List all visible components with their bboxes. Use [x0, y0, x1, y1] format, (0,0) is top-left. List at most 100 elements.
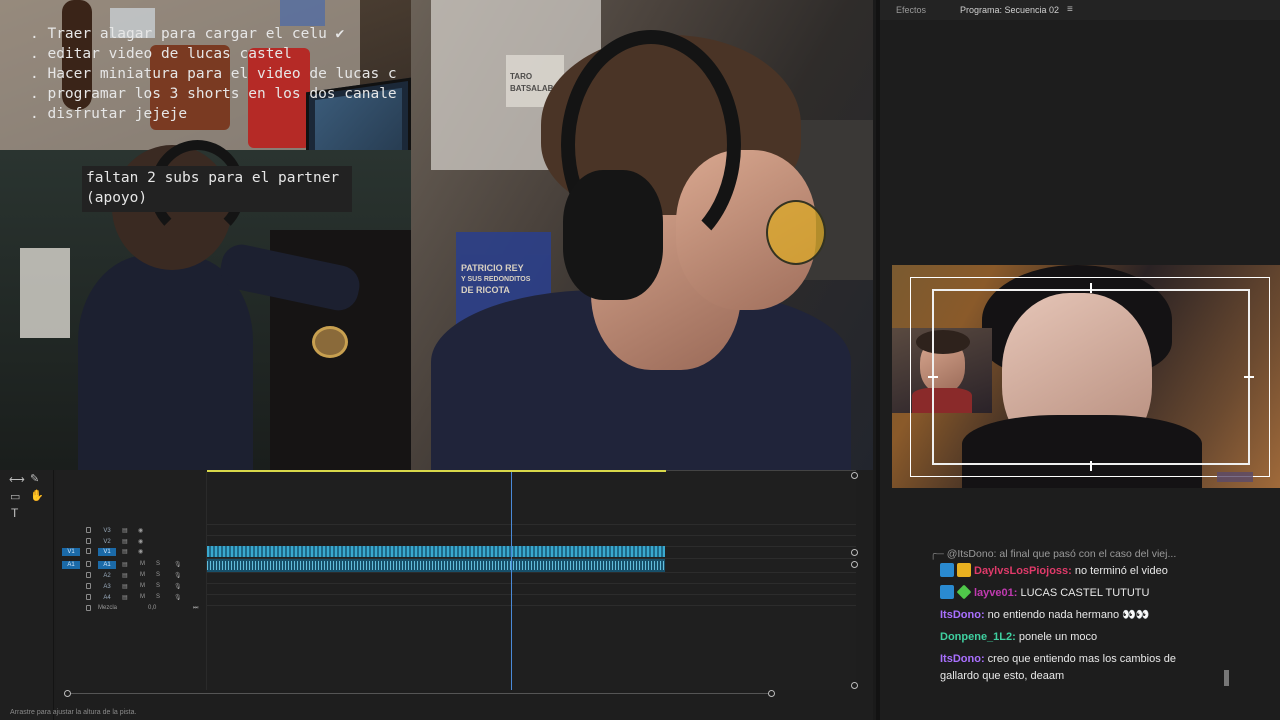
track-label[interactable]: V1 — [98, 548, 116, 556]
hamburger-menu-icon[interactable]: ≡ — [1067, 4, 1073, 15]
microphone-icon[interactable]: 🎙 — [174, 594, 182, 601]
film-icon[interactable]: ▤ — [122, 538, 128, 545]
zoom-handle[interactable] — [851, 472, 858, 479]
chat-username[interactable]: Donpene_1L2: — [940, 631, 1016, 643]
mute-button[interactable]: M — [140, 561, 145, 567]
crown-badge-icon[interactable] — [957, 563, 971, 577]
chat-message-row: ItsDono: creo que entiendo mas los cambi… — [940, 651, 1230, 685]
playhead[interactable] — [511, 472, 512, 690]
solo-button[interactable]: S — [156, 583, 160, 589]
mute-button[interactable]: M — [140, 594, 145, 600]
book-line-3: DE RICOTA — [461, 285, 510, 295]
ruler-track — [666, 470, 856, 471]
moderator-badge-icon[interactable] — [940, 563, 954, 577]
chat-username[interactable]: ItsDono: — [940, 609, 985, 621]
todo-item-text: . Hacer miniatura para el video de lucas… — [30, 66, 397, 82]
film-icon[interactable]: ▤ — [122, 561, 128, 568]
scroll-end-handle[interactable] — [768, 690, 775, 697]
todo-item: . Hacer miniatura para el video de lucas… — [30, 64, 404, 84]
horizontal-scrollbar[interactable] — [67, 693, 772, 694]
tools-panel: ⟷ ✎ ▭ ✋ T — [0, 470, 54, 720]
tab-effects[interactable]: Efectos — [896, 5, 926, 15]
lock-icon[interactable] — [86, 527, 91, 533]
track-label[interactable]: A1 — [98, 561, 116, 569]
track-label[interactable]: A2 — [98, 572, 116, 580]
microphone-icon[interactable]: 🎙 — [174, 572, 182, 579]
track-a4: A4 ▤ M S 🎙 — [56, 593, 206, 604]
track-separator — [206, 594, 856, 595]
type-tool-icon[interactable]: T — [11, 506, 18, 520]
eye-icon[interactable]: ◉ — [138, 548, 143, 555]
chat-message: no terminó el video — [1074, 565, 1168, 577]
lock-icon[interactable] — [86, 538, 91, 544]
track-label[interactable]: A3 — [98, 583, 116, 591]
track-separator — [206, 583, 856, 584]
scroll-start-handle[interactable] — [64, 690, 71, 697]
source-patch[interactable]: A1 — [62, 561, 80, 569]
ripple-edit-tool-icon[interactable]: ⟷ — [9, 473, 25, 486]
tab-program[interactable]: Programa: Secuencia 02 — [960, 5, 1059, 15]
chat-username[interactable]: DaylvsLosPiojoss: — [974, 565, 1072, 577]
hand-tool-icon[interactable]: ✋ — [30, 489, 44, 502]
mute-button[interactable]: M — [140, 572, 145, 578]
pen-tool-icon[interactable]: ✎ — [30, 472, 39, 485]
gem-badge-icon[interactable] — [956, 584, 972, 600]
microphone-icon[interactable]: 🎙 — [174, 583, 182, 590]
track-label[interactable]: A4 — [98, 594, 116, 602]
chat-message-row: ItsDono: no entiendo nada hermano 👀👀 — [940, 607, 1230, 624]
lock-icon[interactable] — [86, 605, 91, 611]
check-icon: ✔ — [335, 26, 345, 42]
vertical-scroll-handle[interactable] — [851, 682, 858, 689]
chat-username[interactable]: layve01: — [974, 587, 1017, 599]
track-separator — [206, 524, 856, 525]
track-height-handle[interactable] — [851, 561, 858, 568]
track-label[interactable]: V2 — [98, 538, 116, 546]
lock-icon[interactable] — [86, 594, 91, 600]
mix-value[interactable]: 0,0 — [148, 605, 156, 611]
chat-message: creo que entiendo mas los cambios de — [987, 653, 1177, 665]
eye-icon[interactable]: ◉ — [138, 538, 143, 545]
chat-message: ponele un moco — [1018, 631, 1098, 643]
lock-icon[interactable] — [86, 561, 91, 567]
film-icon[interactable]: ▤ — [122, 583, 128, 590]
chat-message-row: DaylvsLosPiojoss: no terminó el video — [940, 563, 1230, 580]
audio-clip[interactable] — [207, 559, 665, 572]
frame-tick — [1244, 376, 1254, 378]
lock-icon[interactable] — [86, 548, 91, 554]
solo-button[interactable]: S — [156, 561, 160, 567]
mute-button[interactable]: M — [140, 583, 145, 589]
frame-tick — [1090, 283, 1092, 293]
moderator-badge-icon[interactable] — [940, 585, 954, 599]
paper-bag — [20, 248, 70, 338]
chat-username[interactable]: ItsDono: — [940, 653, 985, 665]
film-icon[interactable]: ▤ — [122, 572, 128, 579]
todo-list: . Traer alagar para cargar el celu ✔ . e… — [30, 24, 404, 124]
eye-icon[interactable]: ◉ — [138, 527, 143, 534]
film-icon[interactable]: ▤ — [122, 548, 128, 555]
solo-button[interactable]: S — [156, 572, 160, 578]
go-to-end-icon[interactable]: ⏭ — [193, 605, 198, 612]
video-clip[interactable] — [207, 546, 665, 557]
work-area-bar[interactable] — [207, 470, 666, 472]
film-icon[interactable]: ▤ — [122, 527, 128, 534]
track-height-handle[interactable] — [851, 549, 858, 556]
track-label[interactable]: V3 — [98, 527, 116, 535]
source-patch[interactable]: V1 — [62, 548, 80, 556]
lock-icon[interactable] — [86, 572, 91, 578]
solo-button[interactable]: S — [156, 594, 160, 600]
track-separator — [206, 572, 856, 573]
todo-item-text: . programar los 3 shorts en los dos cana… — [30, 86, 397, 102]
track-header-divider — [206, 472, 207, 690]
audio-waveform — [207, 561, 665, 570]
chat-username[interactable]: @ItsDono: — [947, 548, 997, 560]
lock-icon[interactable] — [86, 583, 91, 589]
rectangle-tool-icon[interactable]: ▭ — [10, 490, 20, 503]
mate-cup — [312, 326, 348, 358]
track-headers: V3 ▤ ◉ V2 ▤ ◉ V1 V1 ▤ ◉ A1 A1 ▤ M S 🎙 A2 ▤ M S 🎙 A3 ▤ M S 🎙 … — [56, 470, 206, 690]
film-icon[interactable]: ▤ — [122, 594, 128, 601]
microphone-icon[interactable]: 🎙 — [174, 561, 182, 568]
chat-scrollbar[interactable] — [1224, 670, 1229, 686]
subs-note-line-2: (apoyo) — [86, 190, 148, 206]
stream-layout: TARO BATSALAB PATRICIO REY Y SUS REDONDI… — [0, 0, 1280, 720]
todo-item-text: . Traer alagar para cargar el celu — [30, 26, 327, 42]
